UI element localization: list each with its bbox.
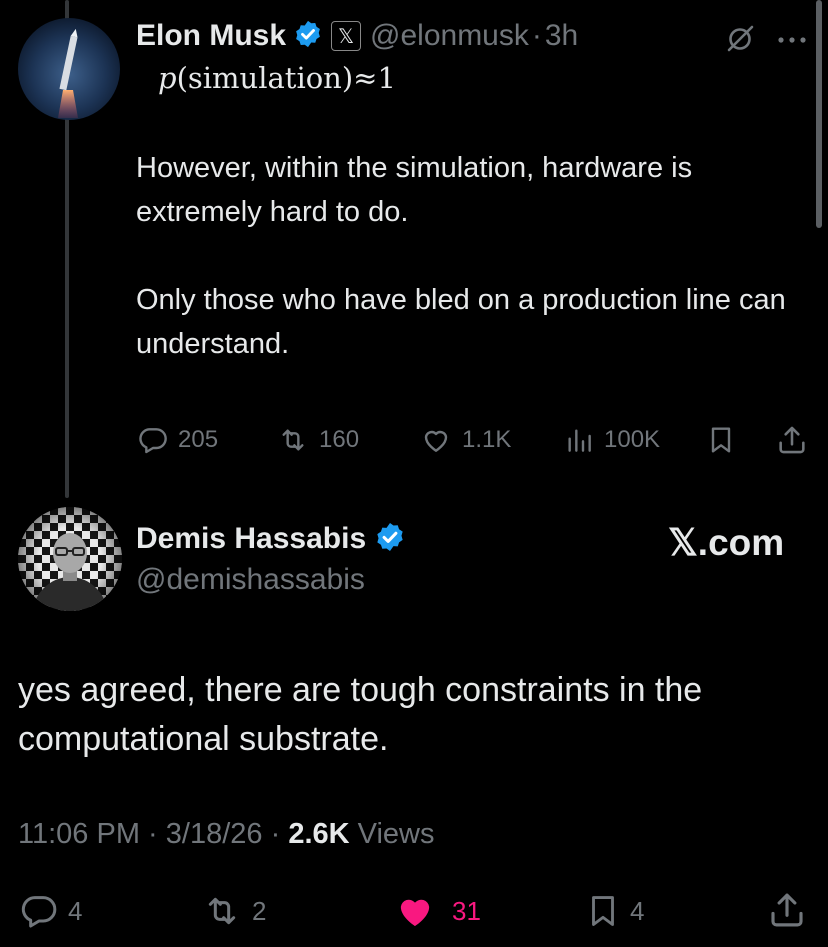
bookmark-icon[interactable] [705,424,737,461]
demis-header: Demis Hassabis [136,519,406,559]
verified-badge-icon [293,19,323,54]
repost-icon [208,897,236,925]
meta-sep-1: · [148,818,158,850]
meta-sep-2: · [270,818,281,850]
reply-icon [21,896,57,928]
scrollbar[interactable] [816,0,822,228]
reply-share-icon[interactable] [766,889,808,936]
author-name[interactable]: Elon Musk [136,19,286,53]
author-handle[interactable]: @elonmusk [370,19,529,53]
reply-date[interactable]: 3/18/26 [166,818,263,850]
reply-reply-count: 4 [68,895,83,926]
verified-badge-icon [374,521,406,558]
elon-header: Elon Musk 𝕏 @elonmusk · 3h [136,16,578,56]
reply-views-label: Views [357,818,435,850]
formula-italic: p [158,61,177,95]
bookmark-icon [592,896,614,926]
reply-count: 205 [178,426,219,453]
views-action[interactable]: 100K [562,424,660,456]
reply-time[interactable]: 11:06 PM [18,818,140,850]
reply-bookmark-count: 4 [630,895,645,926]
x-com-watermark: 𝕏.com [668,522,785,563]
separator-dot: · [531,19,542,52]
formula-rest: (simulation)≈1 [176,61,396,95]
like-icon [424,430,448,452]
reply-author-name[interactable]: Demis Hassabis [136,522,366,556]
reply-meta: 11:06 PM · 3/18/26 · 2.6K Views [18,818,435,851]
reply-bookmark-action[interactable]: 4 [584,891,644,931]
more-icon[interactable] [777,32,807,50]
reply-views-count: 2.6K [288,818,350,850]
reply-like-count: 31 [452,895,481,926]
tweet-time[interactable]: 3h [545,19,578,53]
views-icon [568,429,591,452]
reply-action[interactable]: 205 [136,424,218,456]
reply-like-action[interactable]: 31 [392,891,481,931]
views-count: 100K [604,426,661,453]
like-action[interactable]: 1.1K [418,424,511,456]
reply-body: yes agreed, there are tough constraints … [18,671,703,758]
reply-author-handle[interactable]: @demishassabis [136,563,365,597]
reply-repost-count: 2 [252,895,267,926]
demis-avatar[interactable] [18,507,122,611]
repost-action[interactable]: 160 [275,424,359,456]
share-icon[interactable] [775,423,809,462]
like-filled-icon [400,899,430,926]
grok-icon[interactable] [724,22,756,59]
reply-reply-action[interactable]: 4 [18,891,82,931]
repost-count: 160 [319,426,360,453]
like-count: 1.1K [462,426,512,453]
reply-icon [139,428,167,454]
elon-avatar[interactable] [18,18,120,120]
repost-icon [282,429,304,451]
affiliate-x-badge-icon: 𝕏 [331,21,362,51]
tweet-body: However, within the simulation, hardware… [136,152,786,360]
reply-repost-action[interactable]: 2 [200,891,266,931]
formula-line: p(simulation)≈1 [158,61,396,95]
